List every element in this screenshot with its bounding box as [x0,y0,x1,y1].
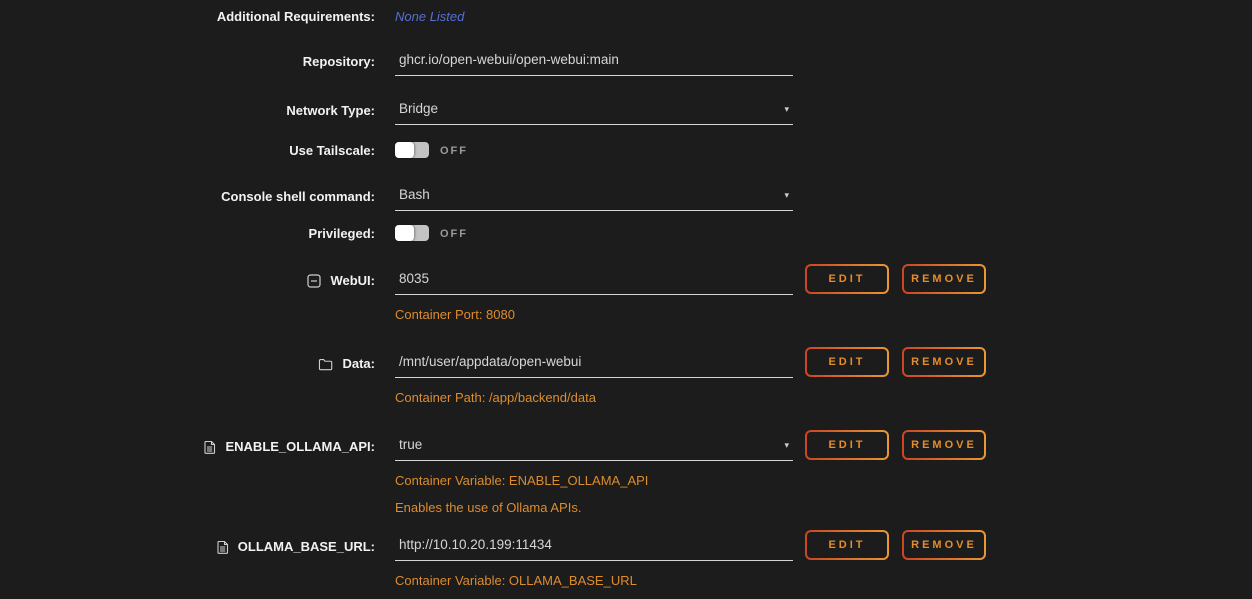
field-label-cell: Additional Requirements: [0,7,375,25]
field-hint: Container Variable: OLLAMA_BASE_URL [395,573,815,588]
remove-button-label: REMOVE [904,432,984,458]
repository-label: Repository: [303,54,375,70]
network-type-selected-value: Bridge [399,101,438,116]
ollama-base-url-input[interactable] [395,537,793,561]
edit-button-label: EDIT [807,432,887,458]
container-settings-form: Additional Requirements: None Listed Repos… [0,0,1252,588]
edit-button-label: EDIT [807,349,887,375]
form-row-additional-requirements: Additional Requirements: None Listed [0,7,1252,25]
form-row-data: Data: EDITREMOVEContainer Path: /app/back… [0,354,1252,405]
form-row-webui: WebUI: EDITREMOVEContainer Port: 8080 [0,271,1252,322]
remove-button[interactable]: REMOVE [902,347,986,377]
network-type-select[interactable]: Bridge ▾ [395,101,793,125]
form-row-enable-ollama-api: ENABLE_OLLAMA_API:true▾EDITREMOVEContain… [0,437,1252,515]
remove-button-label: REMOVE [904,349,984,375]
row-actions: EDIT REMOVE [805,347,986,377]
remove-button[interactable]: REMOVE [902,430,986,460]
document-icon [203,440,216,454]
field-content-cell: OFF [395,224,1252,241]
field-label-cell: Console shell command: [0,187,375,205]
privileged-toggle-state: OFF [440,226,468,240]
field-content-cell: EDITREMOVEContainer Variable: OLLAMA_BAS… [395,537,1252,588]
field-label-cell: Data: [0,354,375,372]
enable-ollama-api-label: ENABLE_OLLAMA_API: [225,439,375,455]
remove-button[interactable]: REMOVE [902,530,986,560]
form-row-repository: Repository: [0,52,1252,76]
data-input[interactable] [395,354,793,378]
form-row-console-shell-command: Console shell command: Bash ▾ [0,187,1252,211]
edit-button[interactable]: EDIT [805,264,889,294]
field-content-cell: true▾EDITREMOVEContainer Variable: ENABL… [395,437,1252,515]
field-content-cell: EDITREMOVEContainer Port: 8080 [395,271,1252,322]
use-tailscale-toggle[interactable] [395,142,429,158]
data-label: Data: [342,356,375,372]
field-label-cell: Use Tailscale: [0,141,375,159]
field-label-cell: Privileged: [0,224,375,242]
field-content-cell: Bridge ▾ [395,101,1252,125]
form-row-use-tailscale: Use Tailscale: OFF [0,141,1252,159]
row-actions: EDIT REMOVE [805,430,986,460]
privileged-label: Privileged: [309,226,375,242]
document-icon [216,540,229,554]
repository-input[interactable] [395,52,793,76]
remove-button[interactable]: REMOVE [902,264,986,294]
field-content-cell: None Listed [395,7,1252,24]
field-hint: Enables the use of Ollama APIs. [395,500,815,515]
field-label-cell: Network Type: [0,101,375,119]
edit-button-label: EDIT [807,266,887,292]
chevron-down-icon: ▾ [784,104,789,114]
field-hint: Container Variable: ENABLE_OLLAMA_API [395,473,815,488]
webui-input[interactable] [395,271,793,295]
additional-requirements-label: Additional Requirements: [217,9,375,25]
field-content-cell: EDITREMOVEContainer Path: /app/backend/d… [395,354,1252,405]
use-tailscale-label: Use Tailscale: [289,143,375,159]
privileged-toggle[interactable] [395,225,429,241]
field-hint: Container Port: 8080 [395,307,815,322]
field-content-cell: Bash ▾ [395,187,1252,211]
edit-button[interactable]: EDIT [805,530,889,560]
field-content-cell: OFF [395,141,1252,158]
ollama-base-url-label: OLLAMA_BASE_URL: [238,539,375,555]
field-content-cell [395,52,1252,76]
field-label-cell: OLLAMA_BASE_URL: [0,537,375,555]
edit-button[interactable]: EDIT [805,430,889,460]
network-type-label: Network Type: [286,103,375,119]
console-shell-command-selected-value: Bash [399,187,430,202]
row-actions: EDIT REMOVE [805,530,986,560]
chevron-down-icon: ▾ [784,440,789,450]
console-shell-command-label: Console shell command: [221,189,375,205]
field-label-cell: WebUI: [0,271,375,289]
remove-button-label: REMOVE [904,266,984,292]
console-shell-command-select[interactable]: Bash ▾ [395,187,793,211]
form-row-network-type: Network Type: Bridge ▾ [0,101,1252,125]
use-tailscale-toggle-state: OFF [440,143,468,157]
field-hint: Container Path: /app/backend/data [395,390,815,405]
additional-requirements-value: None Listed [395,7,464,24]
webui-label: WebUI: [330,273,375,289]
minus-square-icon [307,274,321,288]
form-row-ollama-base-url: OLLAMA_BASE_URL: EDITREMOVEContainer Vari… [0,537,1252,588]
folder-icon [318,358,333,371]
field-label-cell: ENABLE_OLLAMA_API: [0,437,375,455]
toggle-knob [395,225,414,241]
row-actions: EDIT REMOVE [805,264,986,294]
form-row-privileged: Privileged: OFF [0,224,1252,242]
toggle-knob [395,142,414,158]
enable-ollama-api-selected-value: true [399,437,422,452]
edit-button-label: EDIT [807,532,887,558]
remove-button-label: REMOVE [904,532,984,558]
edit-button[interactable]: EDIT [805,347,889,377]
field-label-cell: Repository: [0,52,375,70]
enable-ollama-api-select[interactable]: true ▾ [395,437,793,461]
chevron-down-icon: ▾ [784,190,789,200]
